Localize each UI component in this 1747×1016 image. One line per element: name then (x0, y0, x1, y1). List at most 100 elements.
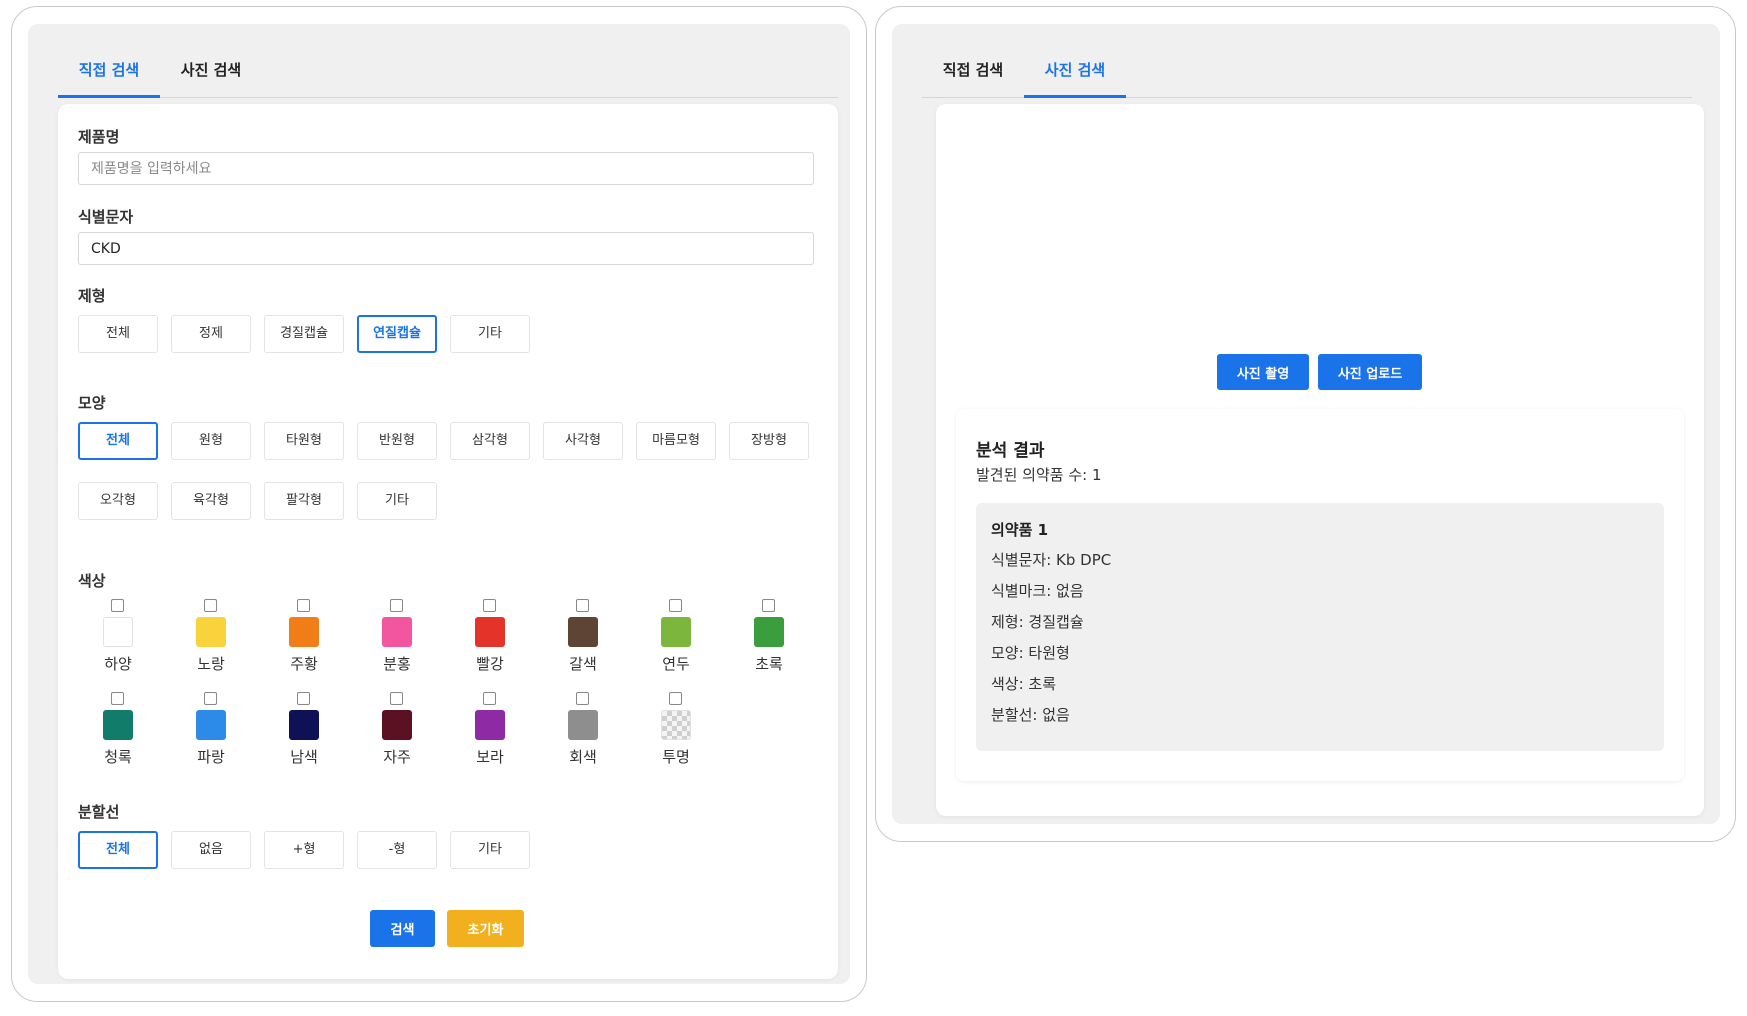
photo-search-window: 직접 검색 사진 검색 사진 촬영 사진 업로드 분석 결과 발견된 의약품 수… (875, 6, 1736, 842)
product-name-input[interactable] (78, 152, 814, 185)
color-name: 남색 (290, 748, 318, 766)
color-swatch (382, 710, 412, 740)
shape-option-all[interactable]: 전체 (78, 422, 158, 460)
tab-direct-search[interactable]: 직접 검색 (922, 46, 1024, 98)
color-swatch (661, 617, 691, 647)
dosage-form-option-tablet[interactable]: 정제 (171, 315, 251, 353)
dosage-form-option-other[interactable]: 기타 (450, 315, 530, 353)
score-line-option-minus[interactable]: -형 (357, 831, 437, 869)
shape-option-diamond[interactable]: 마름모형 (636, 422, 716, 460)
shape-option-square[interactable]: 사각형 (543, 422, 623, 460)
color-checkbox[interactable] (669, 692, 682, 705)
color-checkbox[interactable] (762, 599, 775, 612)
color-swatch (568, 710, 598, 740)
color-label: 색상 (78, 572, 106, 590)
dosage-form-option-hard-capsule[interactable]: 경질캡슐 (264, 315, 344, 353)
drug-dosage-form: 제형: 경질캡슐 (991, 613, 1084, 631)
shape-option-octagon[interactable]: 팔각형 (264, 482, 344, 520)
shape-option-oval[interactable]: 타원형 (264, 422, 344, 460)
tab-photo-search[interactable]: 사진 검색 (160, 46, 262, 98)
color-option-light-green: 연두 (636, 599, 716, 679)
color-swatch (475, 617, 505, 647)
color-swatch (103, 710, 133, 740)
color-name: 회색 (569, 748, 597, 766)
color-option-brown: 갈색 (543, 599, 623, 679)
score-line-option-plus[interactable]: +형 (264, 831, 344, 869)
color-name: 연두 (662, 655, 690, 673)
shape-option-triangle[interactable]: 삼각형 (450, 422, 530, 460)
direct-search-panel: 직접 검색 사진 검색 제품명 식별문자 제형 전체 정제 경질캡슐 연질캡슐 … (28, 24, 850, 984)
capture-photo-button[interactable]: 사진 촬영 (1217, 354, 1309, 390)
color-option-navy: 남색 (264, 692, 344, 772)
shape-option-round[interactable]: 원형 (171, 422, 251, 460)
shape-option-hexagon[interactable]: 육각형 (171, 482, 251, 520)
score-line-option-other[interactable]: 기타 (450, 831, 530, 869)
color-swatch (754, 617, 784, 647)
shape-label: 모양 (78, 394, 106, 412)
result-title: 분석 결과 (976, 441, 1045, 461)
search-form-card: 제품명 식별문자 제형 전체 정제 경질캡슐 연질캡슐 기타 모양 전체 원형 … (58, 104, 838, 979)
drug-shape: 모양: 타원형 (991, 644, 1070, 662)
photo-search-card: 사진 촬영 사진 업로드 분석 결과 발견된 의약품 수: 1 의약품 1 식별… (936, 104, 1704, 816)
color-checkbox[interactable] (297, 599, 310, 612)
color-option-purple: 보라 (450, 692, 530, 772)
color-name: 빨강 (476, 655, 504, 673)
color-option-yellow: 노랑 (171, 599, 251, 679)
color-name: 투명 (662, 748, 690, 766)
color-checkbox[interactable] (669, 599, 682, 612)
tab-bar: 직접 검색 사진 검색 (58, 46, 838, 98)
score-line-option-all[interactable]: 전체 (78, 831, 158, 869)
color-name: 주황 (290, 655, 318, 673)
color-option-teal: 청록 (78, 692, 158, 772)
color-option-transparent: 투명 (636, 692, 716, 772)
dosage-form-label: 제형 (78, 287, 106, 305)
color-name: 분홍 (383, 655, 411, 673)
color-option-gray: 회색 (543, 692, 623, 772)
color-checkbox[interactable] (111, 692, 124, 705)
color-name: 보라 (476, 748, 504, 766)
search-button[interactable]: 검색 (370, 910, 435, 947)
drug-identifier: 식별문자: Kb DPC (991, 551, 1112, 569)
identifier-label: 식별문자 (78, 208, 134, 226)
color-swatch (196, 710, 226, 740)
color-swatch (103, 617, 133, 647)
color-name: 하양 (104, 655, 132, 673)
color-checkbox[interactable] (483, 599, 496, 612)
color-checkbox[interactable] (297, 692, 310, 705)
color-checkbox[interactable] (483, 692, 496, 705)
dosage-form-option-soft-capsule[interactable]: 연질캡슐 (357, 315, 437, 353)
color-checkbox[interactable] (390, 599, 403, 612)
tab-direct-search[interactable]: 직접 검색 (58, 46, 160, 98)
shape-option-semicircle[interactable]: 반원형 (357, 422, 437, 460)
color-option-white: 하양 (78, 599, 158, 679)
shape-option-rectangle[interactable]: 장방형 (729, 422, 809, 460)
color-option-pink: 분홍 (357, 599, 437, 679)
color-checkbox[interactable] (204, 692, 217, 705)
identifier-input[interactable] (78, 232, 814, 265)
color-checkbox[interactable] (111, 599, 124, 612)
result-count: 발견된 의약품 수: 1 (976, 466, 1102, 484)
direct-search-window: 직접 검색 사진 검색 제품명 식별문자 제형 전체 정제 경질캡슐 연질캡슐 … (11, 6, 867, 1002)
shape-option-pentagon[interactable]: 오각형 (78, 482, 158, 520)
drug-result-item: 의약품 1 식별문자: Kb DPC 식별마크: 없음 제형: 경질캡슐 모양:… (976, 503, 1664, 751)
shape-option-other[interactable]: 기타 (357, 482, 437, 520)
color-name: 갈색 (569, 655, 597, 673)
score-line-label: 분할선 (78, 803, 120, 821)
score-line-option-none[interactable]: 없음 (171, 831, 251, 869)
color-option-red: 빨강 (450, 599, 530, 679)
color-name: 청록 (104, 748, 132, 766)
upload-photo-button[interactable]: 사진 업로드 (1318, 354, 1422, 390)
analysis-result-card: 분석 결과 발견된 의약품 수: 1 의약품 1 식별문자: Kb DPC 식별… (956, 409, 1684, 781)
color-option-green: 초록 (729, 599, 809, 679)
color-checkbox[interactable] (204, 599, 217, 612)
tab-photo-search[interactable]: 사진 검색 (1024, 46, 1126, 98)
color-checkbox[interactable] (576, 692, 589, 705)
drug-color: 색상: 초록 (991, 675, 1057, 693)
color-swatch (475, 710, 505, 740)
dosage-form-option-all[interactable]: 전체 (78, 315, 158, 353)
color-checkbox[interactable] (390, 692, 403, 705)
reset-button[interactable]: 초기화 (447, 910, 524, 947)
product-name-label: 제품명 (78, 128, 120, 146)
color-swatch (289, 710, 319, 740)
color-checkbox[interactable] (576, 599, 589, 612)
